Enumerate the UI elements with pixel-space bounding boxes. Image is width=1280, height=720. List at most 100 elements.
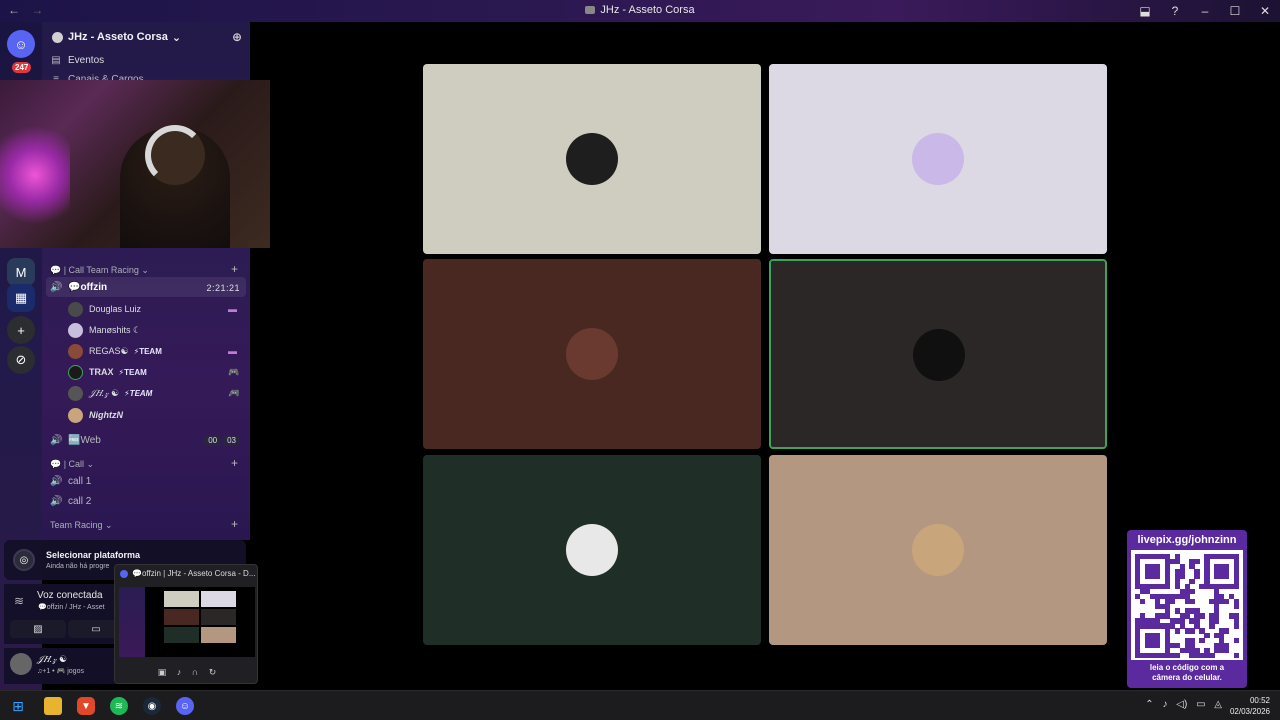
speaker-icon: 🔊	[50, 475, 63, 487]
mic-icon[interactable]: ♪	[177, 667, 182, 677]
spotify-icon[interactable]: ≋	[110, 697, 128, 715]
monitor-icon[interactable]: ▭	[1196, 699, 1205, 710]
camera-icon[interactable]: ▣	[158, 667, 167, 677]
qr-module	[1199, 613, 1205, 619]
qr-module	[1174, 653, 1180, 659]
guild-icon	[52, 31, 63, 43]
headphones-icon[interactable]: ∩	[192, 667, 198, 677]
user-limit-counter: 00 03	[202, 435, 240, 446]
qr-module	[1164, 583, 1170, 589]
webcam-overlay	[0, 80, 270, 248]
maximize-button[interactable]: ☐	[1220, 4, 1250, 18]
help-icon[interactable]: ?	[1160, 4, 1190, 18]
minimize-button[interactable]: –	[1190, 4, 1220, 18]
voice-channel-offzin[interactable]: 🔊 💬offzin	[50, 278, 107, 296]
qr-module	[1169, 598, 1175, 604]
explore-button[interactable]: ⊘	[7, 346, 35, 374]
chevron-down-icon: ⌄	[171, 31, 182, 44]
qr-module	[1189, 628, 1195, 634]
bell-icon[interactable]: ◬	[1214, 699, 1222, 710]
voice-member[interactable]: Douglas Luiz ▬	[68, 300, 237, 318]
avatar	[68, 301, 83, 317]
qr-code	[1131, 550, 1243, 660]
speaker-icon: 🔊	[50, 495, 63, 507]
chevron-up-icon[interactable]: ⌃	[1145, 699, 1153, 710]
window-title: JHz - Asseto Corsa	[0, 4, 1280, 16]
voice-member[interactable]: TRAX ⚡TEAM 🎮	[68, 363, 239, 381]
video-tile[interactable]	[423, 259, 761, 449]
compass-icon: ⊘	[15, 352, 27, 367]
brave-browser-icon[interactable]: ▼	[77, 697, 95, 715]
controller-icon: 🎮	[228, 387, 240, 398]
camera-off-button[interactable]: ▨	[10, 620, 66, 638]
video-tile[interactable]	[769, 455, 1107, 645]
qr-module	[1204, 633, 1210, 639]
signal-icon[interactable]: ≋	[14, 594, 24, 608]
server-icon-m[interactable]: M	[7, 258, 35, 286]
speaker-icon: 🔊	[50, 434, 63, 446]
clock[interactable]: 00:52 02/03/2026	[1230, 695, 1270, 717]
qr-module	[1209, 653, 1215, 659]
avatar	[566, 524, 618, 576]
windows-start-icon[interactable]: ⊞	[9, 697, 27, 715]
close-button[interactable]: ✕	[1250, 4, 1280, 18]
voice-channel-call-2[interactable]: 🔊 call 2	[50, 492, 91, 510]
add-channel-icon[interactable]: +	[231, 517, 238, 531]
video-tile[interactable]	[423, 455, 761, 645]
invite-icon[interactable]: ⊕	[232, 30, 242, 44]
inbox-icon[interactable]: ⬓	[1130, 4, 1160, 18]
avatar	[68, 364, 83, 380]
voice-channel-web[interactable]: 🔊 🆓Web	[50, 431, 101, 449]
system-tray: ⌃ ♪ ◁) ▭ ◬	[1139, 699, 1222, 710]
username: 𝒥𝐻.𝓏 ☯	[37, 654, 68, 664]
qr-module	[1139, 598, 1146, 604]
server-icon-folder[interactable]: ▦	[7, 284, 35, 312]
discord-taskbar-icon[interactable]: ☺	[176, 697, 194, 715]
guild-header[interactable]: JHz - Asseto Corsa ⌄ ⊕	[42, 22, 250, 52]
add-server-button[interactable]: +	[7, 316, 35, 344]
events-item[interactable]: ▤ Eventos	[50, 51, 104, 69]
steam-icon[interactable]: ◉	[143, 697, 161, 715]
title-bar: ← → JHz - Asseto Corsa ⬓ ? – ☐ ✕	[0, 0, 1280, 22]
qr-module	[1199, 638, 1205, 644]
preview-controls: ▣ ♪ ∩ ↻	[115, 667, 259, 678]
avatar	[912, 524, 964, 576]
video-tile[interactable]	[423, 64, 761, 254]
qr-module	[1174, 628, 1180, 634]
avatar[interactable]	[10, 653, 32, 675]
qr-module	[1234, 583, 1240, 589]
add-channel-icon[interactable]: +	[231, 456, 238, 470]
qr-module	[1209, 623, 1215, 629]
taskbar-preview[interactable]: 💬offzin | JHz - Asseto Corsa - D... ▣ ♪ …	[114, 564, 258, 684]
platform-subtitle: Ainda não há progre	[46, 563, 110, 570]
voice-member[interactable]: NightzN	[68, 406, 128, 424]
add-channel-icon[interactable]: +	[231, 262, 238, 276]
speaker-icon: 🔊	[50, 281, 63, 293]
volume-icon[interactable]: ◁)	[1176, 699, 1187, 710]
qr-module	[1224, 648, 1230, 654]
home-button[interactable]: ☺	[7, 30, 35, 58]
video-tile[interactable]	[769, 259, 1107, 449]
voice-member[interactable]: 𝒥𝐻.𝓏 ☯ ⚡TEAM 🎮	[68, 384, 239, 402]
qr-module	[1189, 578, 1195, 584]
call-timer: 2:21:21	[206, 283, 240, 293]
voice-member[interactable]: Manøshits ☾	[68, 321, 146, 339]
pc-lights	[0, 120, 70, 230]
controller-icon: 🎮	[228, 366, 240, 377]
disconnect-icon[interactable]: ↻	[209, 667, 217, 677]
mic-icon[interactable]: ♪	[1162, 699, 1167, 710]
qr-module	[1224, 628, 1230, 634]
video-tile[interactable]	[769, 64, 1107, 254]
category-team-racing[interactable]: Team Racing ⌄	[50, 516, 113, 534]
preview-thumbnail	[119, 587, 255, 657]
avatar	[68, 343, 83, 359]
file-explorer-icon[interactable]	[44, 697, 62, 715]
voice-channel-call-1[interactable]: 🔊 call 1	[50, 472, 91, 490]
qr-module	[1214, 618, 1220, 624]
qr-module	[1189, 598, 1195, 604]
status-icon: ▬	[228, 346, 237, 356]
livepix-url: livepix.gg/johnzinn	[1137, 534, 1237, 546]
voice-channel-path[interactable]: 💬offzin / JHz - Asset	[38, 603, 105, 611]
category-call[interactable]: 💬 | Call ⌄	[50, 455, 94, 473]
voice-member[interactable]: REGAS☯ ⚡TEAM ▬	[68, 342, 237, 360]
